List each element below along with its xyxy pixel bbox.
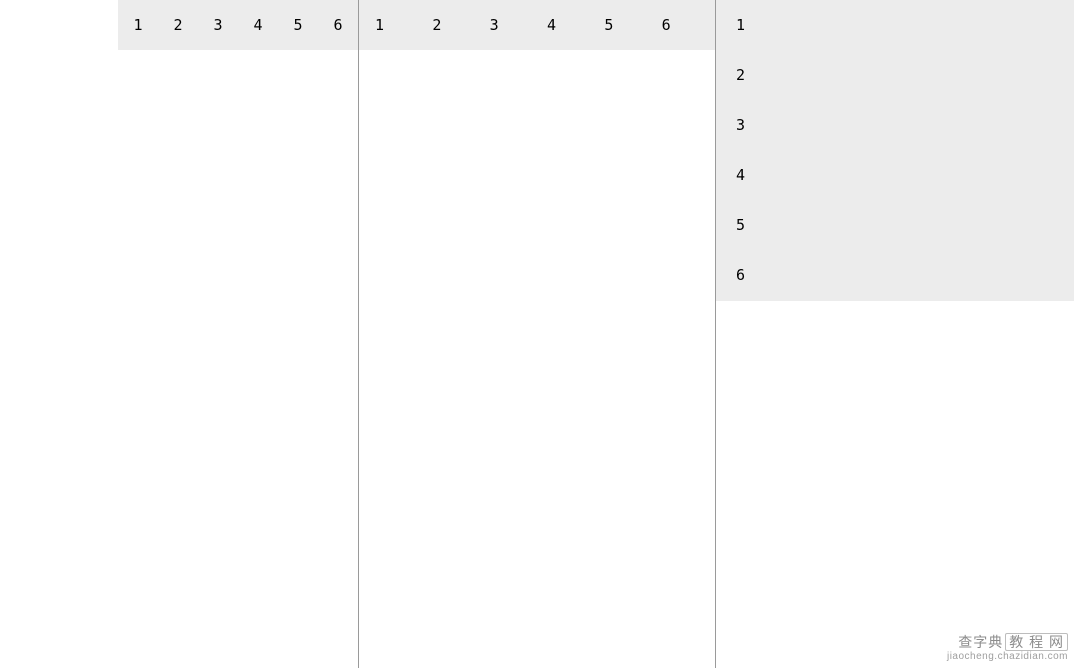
list-item: 4	[537, 0, 594, 50]
panel-compact: 1 2 3 4 5 6	[118, 0, 358, 50]
list-item: 2	[716, 50, 1074, 100]
list-item: 5	[594, 0, 651, 50]
list-item: 2	[422, 0, 479, 50]
watermark-url: jiaocheng.chazidian.com	[947, 652, 1068, 663]
list-item: 4	[238, 0, 278, 50]
watermark: 查字典教 程 网 jiaocheng.chazidian.com	[947, 635, 1068, 662]
list-item: 6	[318, 0, 358, 50]
watermark-brand-a: 查字典	[958, 634, 1003, 650]
list-item: 3	[480, 0, 537, 50]
panel-vertical: 1 2 3 4 5 6	[716, 0, 1074, 301]
panel-wide: 1 2 3 4 5 6	[358, 0, 716, 668]
list-item: 4	[716, 150, 1074, 200]
watermark-brand-b: 教 程 网	[1005, 633, 1068, 651]
list-item: 6	[716, 250, 1074, 300]
panel-compact-list: 1 2 3 4 5 6	[118, 0, 358, 50]
list-item: 6	[652, 0, 709, 50]
panel-vertical-list: 1 2 3 4 5 6	[716, 0, 1074, 300]
panel-wide-header: 1 2 3 4 5 6	[359, 0, 715, 50]
list-item: 1	[365, 0, 422, 50]
list-item: 5	[716, 200, 1074, 250]
list-item: 5	[278, 0, 318, 50]
list-item: 3	[198, 0, 238, 50]
watermark-line1: 查字典教 程 网	[947, 635, 1068, 650]
list-item: 1	[716, 0, 1074, 50]
list-item: 1	[118, 0, 158, 50]
page-stage: 1 2 3 4 5 6 1 2 3 4 5 6 1 2 3 4 5	[0, 0, 1074, 668]
panel-wide-list: 1 2 3 4 5 6	[359, 0, 715, 49]
list-item: 3	[716, 100, 1074, 150]
list-item: 2	[158, 0, 198, 50]
